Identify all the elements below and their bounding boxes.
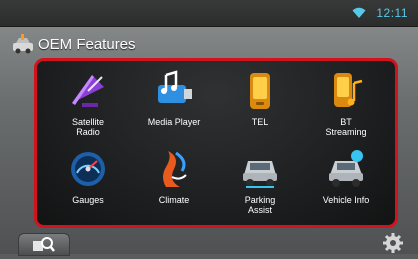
- settings-button[interactable]: [382, 232, 404, 254]
- status-bar: 12:11: [0, 0, 418, 27]
- tile-label: TEL: [251, 117, 269, 127]
- media-player-button[interactable]: Media Player: [133, 67, 215, 143]
- bt-streaming-button[interactable]: BT Streaming: [305, 67, 387, 143]
- vehicle-info-button[interactable]: Vehicle Info: [305, 145, 387, 221]
- parking-assist-icon: [243, 161, 277, 188]
- gauges-button[interactable]: Gauges: [47, 145, 129, 221]
- bottom-bar: [0, 230, 418, 256]
- wifi-icon: [352, 7, 366, 18]
- tile-label: BT Streaming: [325, 117, 367, 137]
- search-icon: [33, 237, 55, 252]
- features-panel: Satellite Radio Media Player TEL BT Stre…: [34, 58, 398, 228]
- gauge-icon: [71, 152, 105, 186]
- title-bar: OEM Features: [0, 26, 418, 60]
- parking-assist-button[interactable]: Parking Assist: [219, 145, 301, 221]
- tile-label: Media Player: [147, 117, 201, 127]
- usb-music-icon: [158, 70, 192, 103]
- tile-label: Climate: [158, 195, 190, 205]
- screen: 12:11 OEM Features Satellite Radio Media…: [0, 0, 418, 256]
- tile-label: Satellite Radio: [71, 117, 105, 137]
- tile-label: Gauges: [72, 195, 104, 205]
- phone-icon: [250, 73, 270, 109]
- gear-icon: [383, 233, 403, 253]
- satellite-dish-icon: [72, 75, 104, 107]
- car-toolbox-icon: [13, 34, 33, 54]
- climate-icon: [163, 151, 187, 187]
- page-title: OEM Features: [38, 36, 136, 53]
- search-button[interactable]: [18, 233, 70, 256]
- status-time: 12:11: [376, 6, 408, 20]
- tile-label: Vehicle Info: [322, 195, 370, 205]
- tel-button[interactable]: TEL: [219, 67, 301, 143]
- tile-label: Parking Assist: [244, 195, 276, 215]
- satellite-radio-button[interactable]: Satellite Radio: [47, 67, 129, 143]
- bluetooth-music-icon: [334, 73, 363, 107]
- climate-button[interactable]: Climate: [133, 145, 215, 221]
- car-info-icon: [329, 150, 363, 187]
